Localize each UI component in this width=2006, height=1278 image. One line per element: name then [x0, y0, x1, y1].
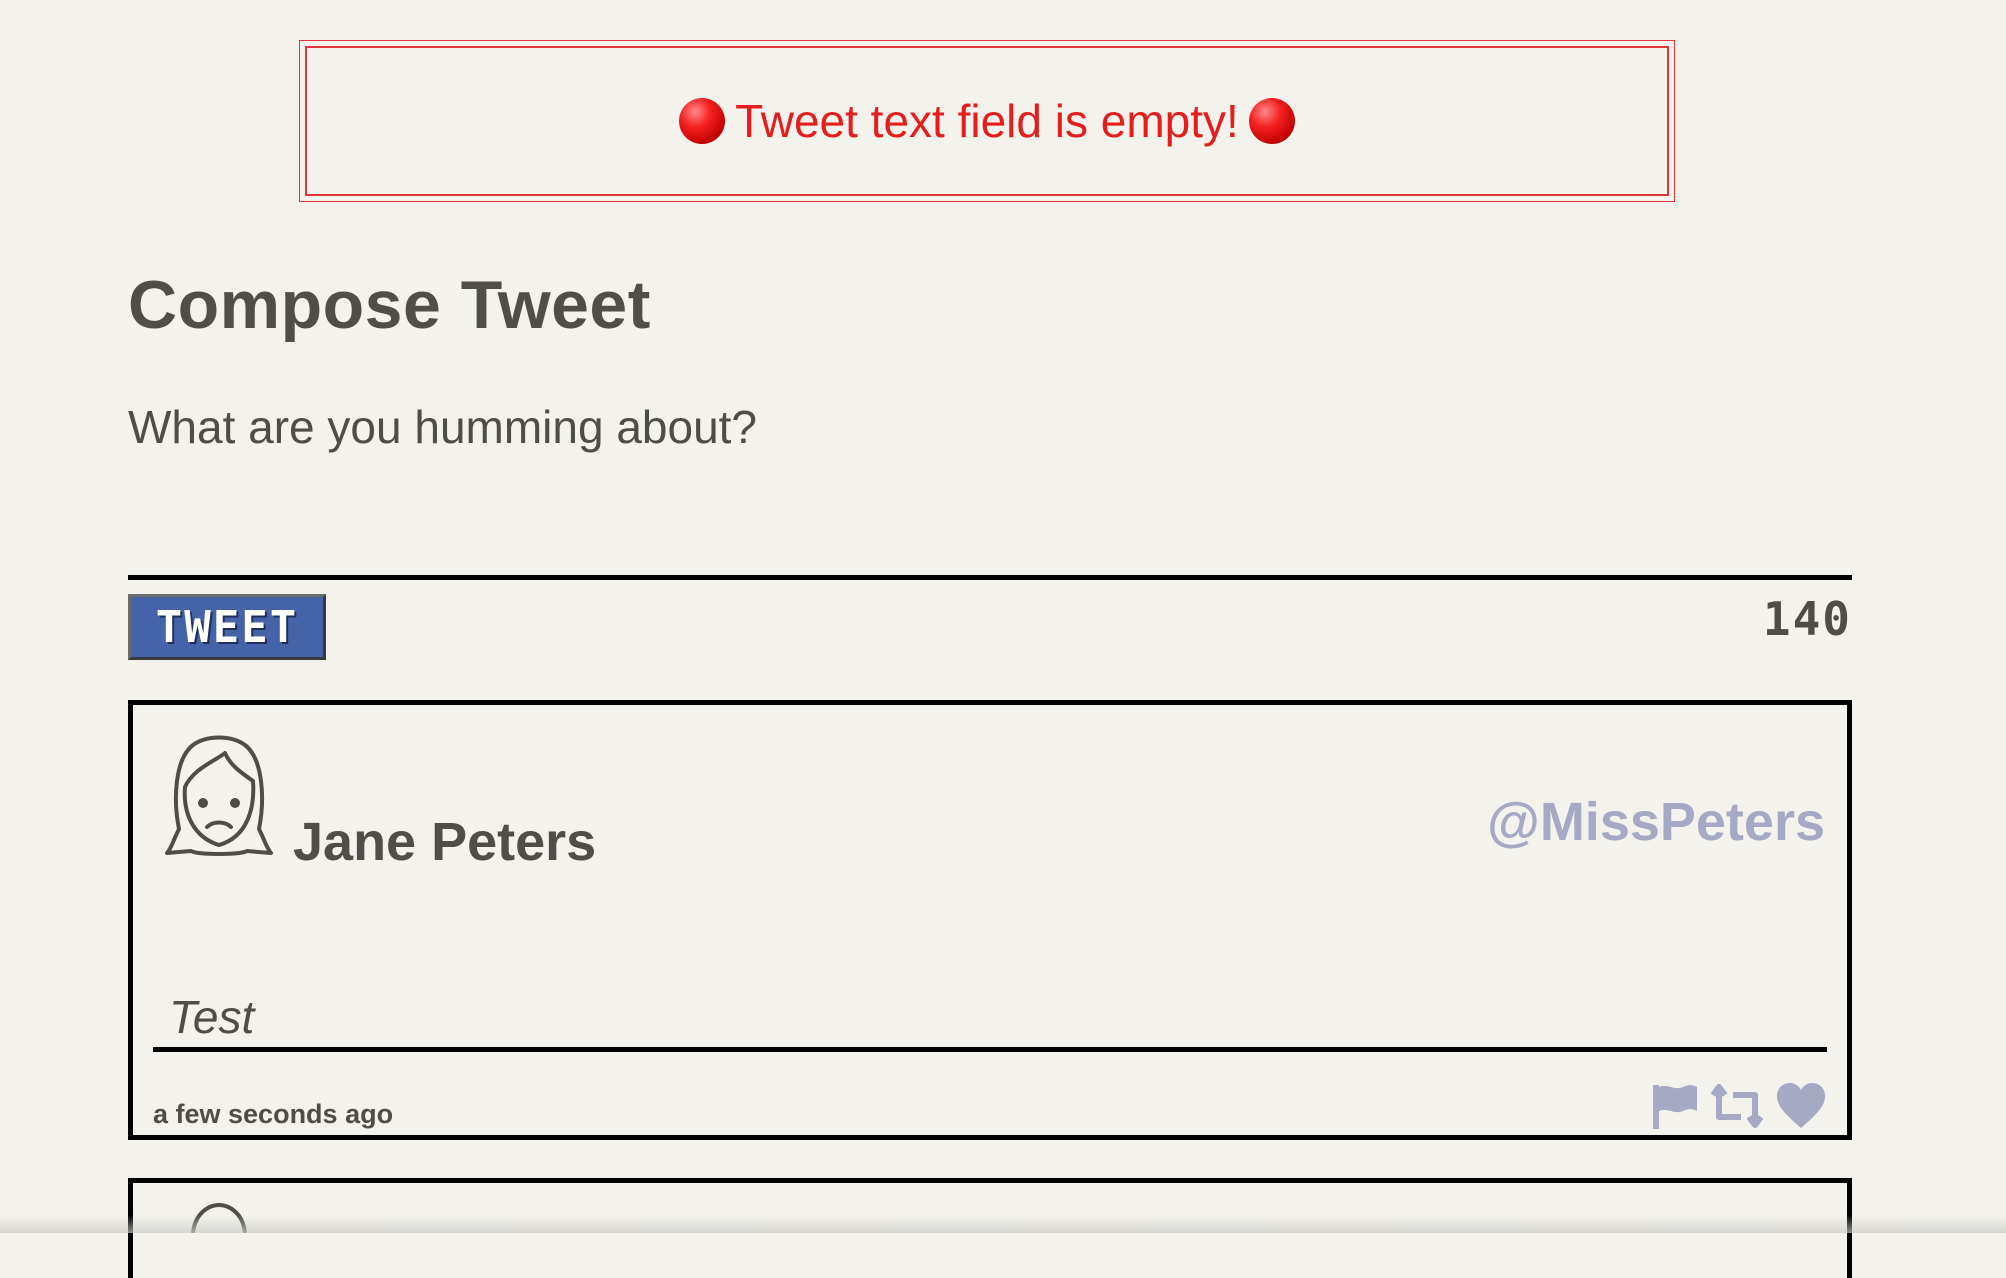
tweet-button[interactable]: TWEET — [128, 594, 326, 660]
tweet-card: Jane Peters @MissPeters Test a few secon… — [128, 700, 1852, 1140]
flag-icon[interactable] — [1649, 1081, 1699, 1136]
retweet-icon[interactable] — [1707, 1081, 1767, 1136]
author-name: Jane Peters — [293, 812, 597, 872]
character-counter: 140 — [1762, 592, 1852, 646]
tweet-text-input[interactable] — [128, 400, 1852, 580]
tweet-card — [128, 1178, 1852, 1278]
author-handle[interactable]: @MissPeters — [1487, 791, 1825, 853]
frowning-woman-icon — [163, 729, 275, 859]
error-banner: Tweet text field is empty! — [299, 40, 1675, 202]
error-banner-inner: Tweet text field is empty! — [305, 46, 1669, 196]
error-message: Tweet text field is empty! — [735, 95, 1239, 147]
tweet-timestamp: a few seconds ago — [153, 1099, 394, 1129]
page-title: Compose Tweet — [128, 267, 651, 343]
red-circle-icon — [679, 98, 726, 144]
red-circle-icon — [1248, 98, 1295, 144]
tweet-actions — [1649, 1081, 1827, 1136]
avatar — [189, 1203, 249, 1233]
tweet-divider — [153, 1047, 1827, 1052]
tweet-text: Test — [169, 991, 255, 1043]
heart-icon[interactable] — [1775, 1082, 1827, 1135]
